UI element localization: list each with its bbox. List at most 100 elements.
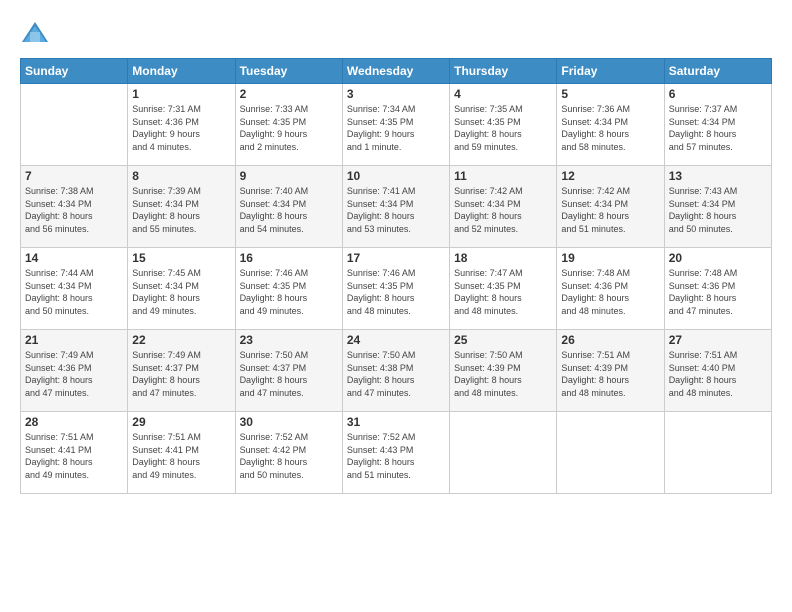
day-number: 2 [240,87,338,101]
calendar-cell: 24 Sunrise: 7:50 AM Sunset: 4:38 PM Dayli… [342,330,449,412]
day-number: 4 [454,87,552,101]
calendar-cell: 25 Sunrise: 7:50 AM Sunset: 4:39 PM Dayli… [450,330,557,412]
day-info: Sunrise: 7:33 AM Sunset: 4:35 PM Dayligh… [240,103,338,153]
day-number: 28 [25,415,123,429]
day-number: 8 [132,169,230,183]
day-number: 22 [132,333,230,347]
day-number: 30 [240,415,338,429]
day-number: 15 [132,251,230,265]
calendar-cell: 13 Sunrise: 7:43 AM Sunset: 4:34 PM Dayli… [664,166,771,248]
calendar-cell: 18 Sunrise: 7:47 AM Sunset: 4:35 PM Dayli… [450,248,557,330]
calendar-cell: 14 Sunrise: 7:44 AM Sunset: 4:34 PM Dayli… [21,248,128,330]
day-info: Sunrise: 7:39 AM Sunset: 4:34 PM Dayligh… [132,185,230,235]
day-info: Sunrise: 7:46 AM Sunset: 4:35 PM Dayligh… [347,267,445,317]
day-number: 7 [25,169,123,183]
day-info: Sunrise: 7:52 AM Sunset: 4:43 PM Dayligh… [347,431,445,481]
calendar-cell: 11Sunrise: 7:42 AM Sunset: 4:34 PM Dayli… [450,166,557,248]
page: SundayMondayTuesdayWednesdayThursdayFrid… [0,0,792,612]
weekday-header-tuesday: Tuesday [235,59,342,84]
day-number: 24 [347,333,445,347]
day-number: 16 [240,251,338,265]
weekday-header-monday: Monday [128,59,235,84]
day-number: 9 [240,169,338,183]
day-number: 29 [132,415,230,429]
day-number: 21 [25,333,123,347]
day-info: Sunrise: 7:50 AM Sunset: 4:39 PM Dayligh… [454,349,552,399]
day-info: Sunrise: 7:48 AM Sunset: 4:36 PM Dayligh… [669,267,767,317]
day-info: Sunrise: 7:48 AM Sunset: 4:36 PM Dayligh… [561,267,659,317]
header [20,18,772,48]
calendar-cell: 30 Sunrise: 7:52 AM Sunset: 4:42 PM Dayli… [235,412,342,494]
calendar-cell [21,84,128,166]
week-row-4: 21 Sunrise: 7:49 AM Sunset: 4:36 PM Dayli… [21,330,772,412]
calendar-cell: 6Sunrise: 7:37 AM Sunset: 4:34 PM Daylig… [664,84,771,166]
calendar-cell: 28 Sunrise: 7:51 AM Sunset: 4:41 PM Dayli… [21,412,128,494]
calendar-cell: 12 Sunrise: 7:42 AM Sunset: 4:34 PM Dayli… [557,166,664,248]
day-info: Sunrise: 7:37 AM Sunset: 4:34 PM Dayligh… [669,103,767,153]
day-number: 18 [454,251,552,265]
day-info: Sunrise: 7:46 AM Sunset: 4:35 PM Dayligh… [240,267,338,317]
calendar-cell: 16 Sunrise: 7:46 AM Sunset: 4:35 PM Dayli… [235,248,342,330]
calendar-cell: 8 Sunrise: 7:39 AM Sunset: 4:34 PM Daylig… [128,166,235,248]
day-info: Sunrise: 7:47 AM Sunset: 4:35 PM Dayligh… [454,267,552,317]
day-number: 17 [347,251,445,265]
day-number: 10 [347,169,445,183]
day-number: 19 [561,251,659,265]
day-info: Sunrise: 7:36 AM Sunset: 4:34 PM Dayligh… [561,103,659,153]
calendar-cell: 31Sunrise: 7:52 AM Sunset: 4:43 PM Dayli… [342,412,449,494]
calendar-cell: 26 Sunrise: 7:51 AM Sunset: 4:39 PM Dayli… [557,330,664,412]
calendar-cell: 3 Sunrise: 7:34 AM Sunset: 4:35 PM Daylig… [342,84,449,166]
weekday-header-wednesday: Wednesday [342,59,449,84]
calendar-cell [557,412,664,494]
day-info: Sunrise: 7:51 AM Sunset: 4:41 PM Dayligh… [25,431,123,481]
calendar-cell: 1 Sunrise: 7:31 AM Sunset: 4:36 PM Daylig… [128,84,235,166]
calendar-cell: 23Sunrise: 7:50 AM Sunset: 4:37 PM Dayli… [235,330,342,412]
calendar-cell: 7 Sunrise: 7:38 AM Sunset: 4:34 PM Daylig… [21,166,128,248]
day-info: Sunrise: 7:43 AM Sunset: 4:34 PM Dayligh… [669,185,767,235]
day-number: 25 [454,333,552,347]
day-info: Sunrise: 7:41 AM Sunset: 4:34 PM Dayligh… [347,185,445,235]
day-number: 13 [669,169,767,183]
weekday-header-saturday: Saturday [664,59,771,84]
day-info: Sunrise: 7:42 AM Sunset: 4:34 PM Dayligh… [561,185,659,235]
day-number: 1 [132,87,230,101]
day-info: Sunrise: 7:50 AM Sunset: 4:38 PM Dayligh… [347,349,445,399]
day-number: 12 [561,169,659,183]
day-number: 3 [347,87,445,101]
week-row-5: 28 Sunrise: 7:51 AM Sunset: 4:41 PM Dayli… [21,412,772,494]
day-info: Sunrise: 7:49 AM Sunset: 4:37 PM Dayligh… [132,349,230,399]
day-info: Sunrise: 7:52 AM Sunset: 4:42 PM Dayligh… [240,431,338,481]
logo [20,18,54,48]
calendar-cell: 9 Sunrise: 7:40 AM Sunset: 4:34 PM Daylig… [235,166,342,248]
calendar-cell [664,412,771,494]
day-info: Sunrise: 7:49 AM Sunset: 4:36 PM Dayligh… [25,349,123,399]
day-number: 26 [561,333,659,347]
day-number: 14 [25,251,123,265]
weekday-header-thursday: Thursday [450,59,557,84]
calendar-cell: 27Sunrise: 7:51 AM Sunset: 4:40 PM Dayli… [664,330,771,412]
day-info: Sunrise: 7:45 AM Sunset: 4:34 PM Dayligh… [132,267,230,317]
calendar-cell: 20 Sunrise: 7:48 AM Sunset: 4:36 PM Dayli… [664,248,771,330]
calendar-cell: 10 Sunrise: 7:41 AM Sunset: 4:34 PM Dayli… [342,166,449,248]
weekday-header-friday: Friday [557,59,664,84]
week-row-1: 1 Sunrise: 7:31 AM Sunset: 4:36 PM Daylig… [21,84,772,166]
calendar-cell [450,412,557,494]
calendar-cell: 15 Sunrise: 7:45 AM Sunset: 4:34 PM Dayli… [128,248,235,330]
day-info: Sunrise: 7:40 AM Sunset: 4:34 PM Dayligh… [240,185,338,235]
day-number: 5 [561,87,659,101]
day-number: 20 [669,251,767,265]
day-info: Sunrise: 7:44 AM Sunset: 4:34 PM Dayligh… [25,267,123,317]
day-info: Sunrise: 7:51 AM Sunset: 4:40 PM Dayligh… [669,349,767,399]
day-info: Sunrise: 7:34 AM Sunset: 4:35 PM Dayligh… [347,103,445,153]
calendar-cell: 22 Sunrise: 7:49 AM Sunset: 4:37 PM Dayli… [128,330,235,412]
weekday-header-row: SundayMondayTuesdayWednesdayThursdayFrid… [21,59,772,84]
calendar-cell: 4 Sunrise: 7:35 AM Sunset: 4:35 PM Daylig… [450,84,557,166]
day-info: Sunrise: 7:51 AM Sunset: 4:39 PM Dayligh… [561,349,659,399]
day-info: Sunrise: 7:35 AM Sunset: 4:35 PM Dayligh… [454,103,552,153]
calendar-cell: 19 Sunrise: 7:48 AM Sunset: 4:36 PM Dayli… [557,248,664,330]
day-info: Sunrise: 7:50 AM Sunset: 4:37 PM Dayligh… [240,349,338,399]
weekday-header-sunday: Sunday [21,59,128,84]
day-info: Sunrise: 7:38 AM Sunset: 4:34 PM Dayligh… [25,185,123,235]
day-info: Sunrise: 7:31 AM Sunset: 4:36 PM Dayligh… [132,103,230,153]
calendar-cell: 17 Sunrise: 7:46 AM Sunset: 4:35 PM Dayli… [342,248,449,330]
